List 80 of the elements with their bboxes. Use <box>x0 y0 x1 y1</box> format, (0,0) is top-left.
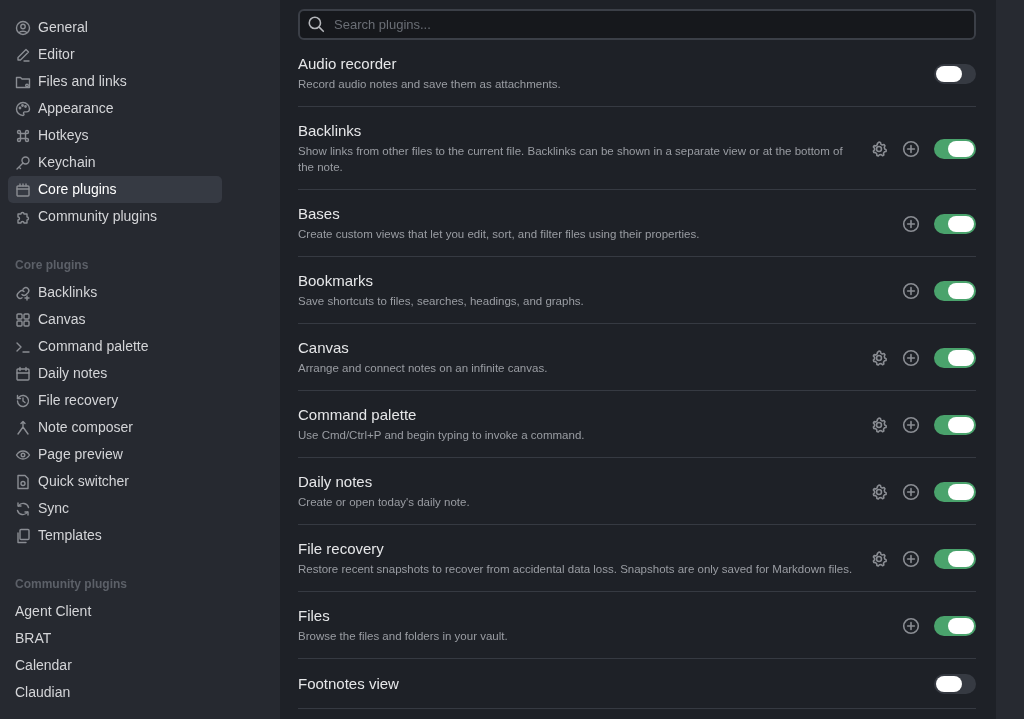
sidebar-item[interactable]: Quick switcher <box>8 468 222 495</box>
add-icon[interactable] <box>902 281 920 300</box>
copy-icon <box>15 527 31 544</box>
toggle-switch[interactable] <box>934 481 976 502</box>
calendar-icon <box>15 365 31 382</box>
sidebar-item[interactable]: Backlinks <box>8 279 222 306</box>
plugin-name: Canvas <box>298 339 350 357</box>
plugin-name: Files <box>298 607 331 625</box>
sync-icon <box>15 500 31 517</box>
plugin-description: Browse the files and folders in your vault. <box>298 629 509 644</box>
plugin-description: Create or open today's daily note. <box>298 495 471 510</box>
sidebar-item[interactable]: Keychain <box>8 149 222 176</box>
toggle-switch[interactable] <box>934 138 976 159</box>
sidebar-item[interactable]: Templates <box>8 522 222 549</box>
plugin-name: Command palette <box>298 406 418 424</box>
plugin-name: Daily notes <box>298 473 374 491</box>
section-heading: Core plugins <box>14 257 90 274</box>
history-icon <box>15 392 31 409</box>
palette-icon <box>15 100 31 117</box>
sidebar-item[interactable]: Sync <box>8 495 222 522</box>
user-icon <box>15 19 31 36</box>
plugin-description: Create custom views that let you edit, sort, and filter files using their properties. <box>298 227 701 242</box>
plugin-name: Bases <box>298 205 341 223</box>
toggle-switch[interactable] <box>934 280 976 301</box>
plugin-description: Arrange and connect notes on an infinite canvas. <box>298 361 549 376</box>
pencil-icon <box>15 46 31 63</box>
sidebar-item[interactable]: Page preview <box>8 441 222 468</box>
settings-icon[interactable] <box>870 415 888 434</box>
add-icon[interactable] <box>902 482 920 501</box>
sidebar-item[interactable]: BRAT <box>8 625 222 652</box>
sidebar-item[interactable]: Files and links <box>8 68 222 95</box>
toggle-switch[interactable] <box>934 414 976 435</box>
sidebar-item[interactable]: File recovery <box>8 387 222 414</box>
sidebar-item[interactable]: Note composer <box>8 414 222 441</box>
plugin-name: Footnotes view <box>298 675 400 693</box>
add-icon[interactable] <box>902 214 920 233</box>
add-icon[interactable] <box>902 348 920 367</box>
sidebar-item[interactable]: Command palette <box>8 333 222 360</box>
toggle-switch[interactable] <box>934 615 976 636</box>
sidebar-item[interactable]: Editor <box>8 41 222 68</box>
toggle-switch[interactable] <box>934 548 976 569</box>
add-icon[interactable] <box>902 415 920 434</box>
toggle-switch[interactable] <box>934 674 976 694</box>
plugin-description: Use Cmd/Ctrl+P and begin typing to invoke a command. <box>298 428 586 443</box>
sidebar-item[interactable]: Daily notes <box>8 360 222 387</box>
plugin-description: Record audio notes and save them as attachments. <box>298 77 562 92</box>
sidebar-item[interactable]: Claudian <box>8 679 222 706</box>
key-icon <box>15 154 31 171</box>
grid-icon <box>15 311 31 328</box>
settings-icon[interactable] <box>870 549 888 568</box>
settings-icon[interactable] <box>870 348 888 367</box>
section-heading: Community plugins <box>14 576 128 593</box>
sidebar-item[interactable]: Community plugins <box>8 203 222 230</box>
plugin-description: Save shortcuts to files, searches, headings, and graphs. <box>298 294 585 309</box>
toggle-switch[interactable] <box>934 213 976 234</box>
command-key-icon <box>15 127 31 144</box>
add-icon[interactable] <box>902 549 920 568</box>
toggle-switch[interactable] <box>934 63 976 84</box>
settings-icon[interactable] <box>870 139 888 158</box>
plugin-name: Audio recorder <box>298 55 398 73</box>
search-field[interactable]: Search plugins... <box>298 9 976 40</box>
sidebar-item[interactable]: Appearance <box>8 95 222 122</box>
merge-icon <box>15 419 31 436</box>
toggle-switch[interactable] <box>934 347 976 368</box>
plugin-name: File recovery <box>298 540 385 558</box>
sidebar-item[interactable]: Hotkeys <box>8 122 222 149</box>
link-icon <box>15 284 31 301</box>
plugin-name: Backlinks <box>298 122 363 140</box>
file-icon <box>15 473 31 490</box>
add-icon[interactable] <box>902 616 920 635</box>
plugin-name: Bookmarks <box>298 272 375 290</box>
sidebar-item[interactable]: Agent Client <box>8 598 222 625</box>
add-icon[interactable] <box>902 139 920 158</box>
sidebar-item[interactable]: Core plugins <box>8 176 222 203</box>
sidebar-item[interactable]: General <box>8 14 222 41</box>
plugin-description: Restore recent snapshots to recover from accidental data loss. Snapshots are only saved for Markdown files. <box>298 562 854 577</box>
sidebar-item[interactable]: Calendar <box>8 652 222 679</box>
settings-icon[interactable] <box>870 482 888 501</box>
plugin-description: Show links from other files to the current file. Backlinks can be shown in a separate view or at the bottom of the note. <box>298 144 844 175</box>
sidebar-item[interactable]: Canvas <box>8 306 222 333</box>
